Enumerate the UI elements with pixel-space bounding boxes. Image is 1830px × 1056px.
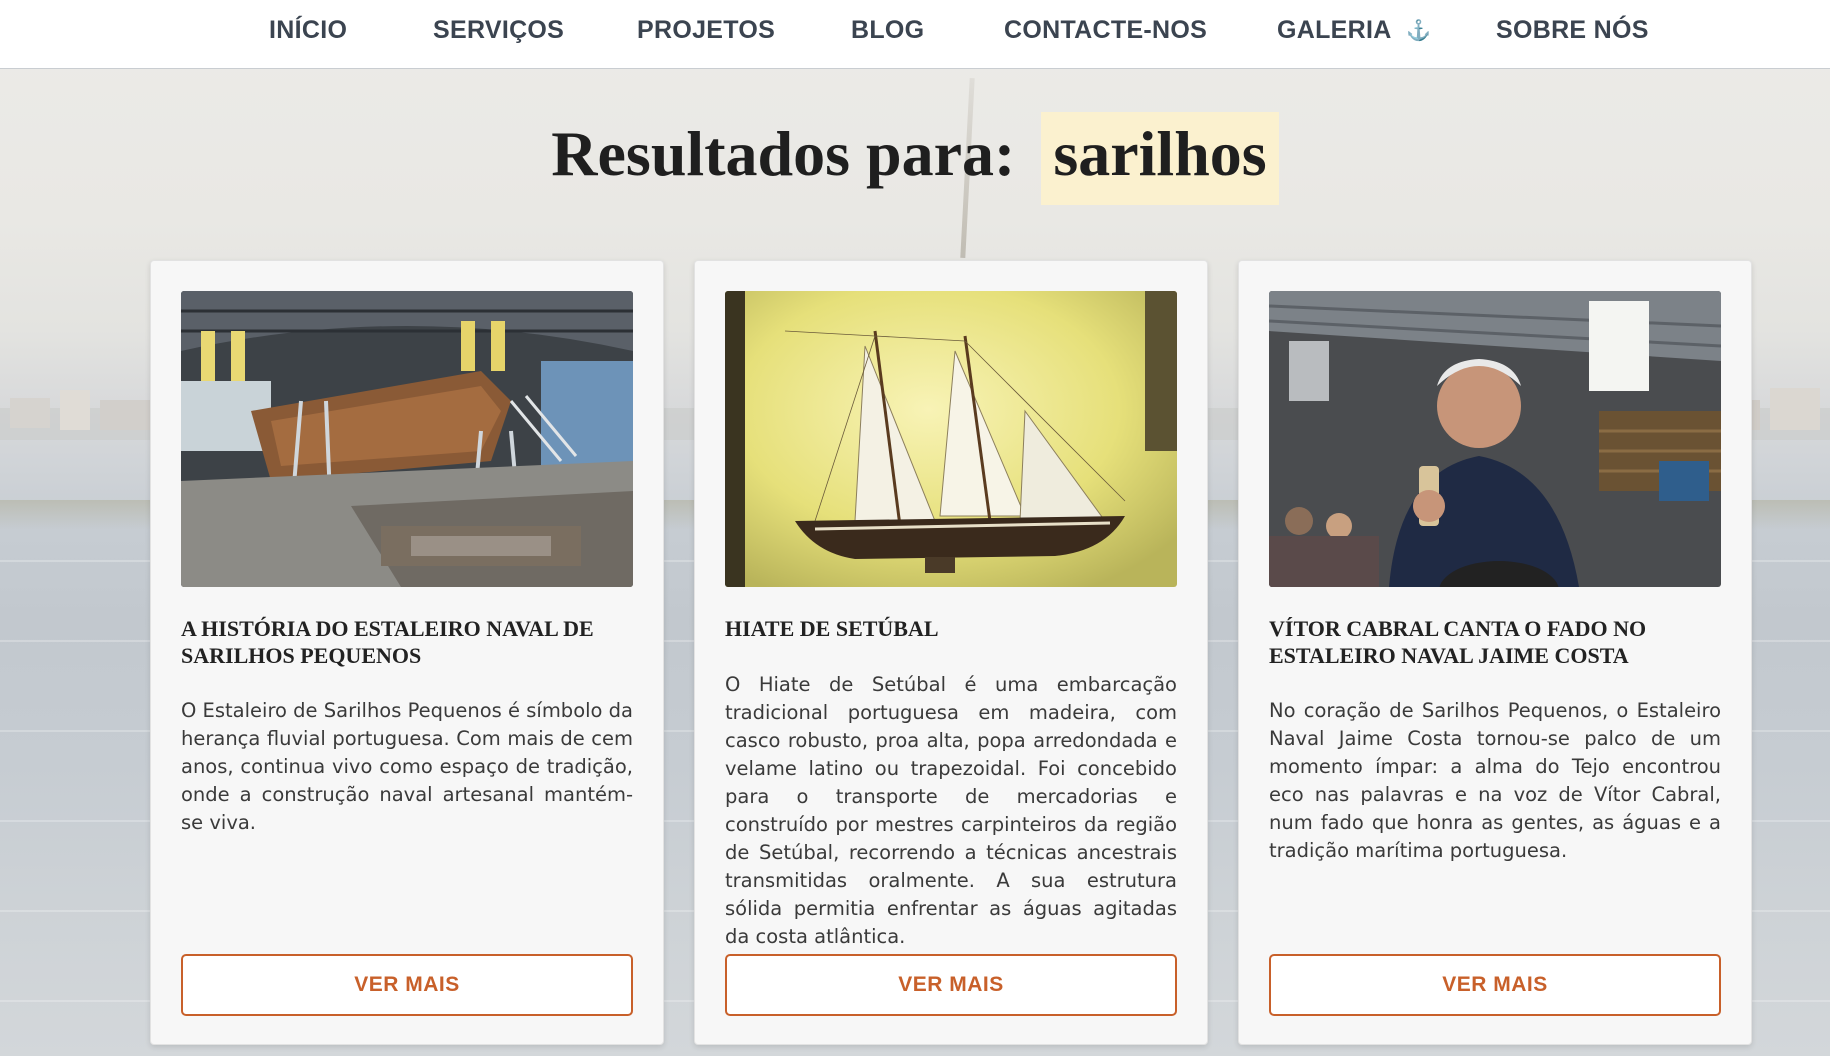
ver-mais-button[interactable]: VER MAIS bbox=[181, 954, 633, 1016]
main-nav: INÍCIO SERVIÇOS PROJETOS BLOG CONTACTE-N… bbox=[0, 0, 1830, 69]
boatyard-shed-photo[interactable] bbox=[181, 291, 633, 587]
nav-item-label: CONTACTE-NOS bbox=[1004, 16, 1208, 44]
result-title[interactable]: A HISTÓRIA DO ESTALEIRO NAVAL DE SARILHO… bbox=[181, 615, 633, 669]
nav-item-label: PROJETOS bbox=[637, 16, 776, 44]
nav-item-contacte-nos[interactable]: CONTACTE-NOS bbox=[1004, 16, 1207, 45]
model-ship-photo[interactable] bbox=[725, 291, 1177, 587]
result-title[interactable]: HIATE DE SETÚBAL bbox=[725, 615, 1177, 642]
result-excerpt: O Hiate de Setúbal é uma embarcação trad… bbox=[725, 673, 1177, 948]
nav-item-label: SOBRE NÓS bbox=[1496, 16, 1649, 44]
heading-prefix: Resultados para: bbox=[551, 118, 1016, 189]
nav-menu: INÍCIO SERVIÇOS PROJETOS BLOG CONTACTE-N… bbox=[0, 0, 1830, 68]
result-card: A HISTÓRIA DO ESTALEIRO NAVAL DE SARILHO… bbox=[150, 260, 664, 1045]
nav-item-blog[interactable]: BLOG bbox=[851, 16, 924, 45]
result-excerpt: No coração de Sarilhos Pequenos, o Estal… bbox=[1269, 699, 1721, 862]
nav-item-galeria[interactable]: GALERIA ⚓ bbox=[1277, 16, 1431, 45]
nav-item-label: GALERIA bbox=[1277, 16, 1391, 44]
search-results-heading: Resultados para: sarilhos bbox=[0, 112, 1830, 205]
ver-mais-button[interactable]: VER MAIS bbox=[1269, 954, 1721, 1016]
search-query-highlight: sarilhos bbox=[1041, 112, 1279, 205]
nav-item-label: INÍCIO bbox=[269, 16, 348, 44]
ver-mais-button[interactable]: VER MAIS bbox=[725, 954, 1177, 1016]
result-card: VÍTOR CABRAL CANTA O FADO NO ESTALEIRO N… bbox=[1238, 260, 1752, 1045]
nav-item-label: BLOG bbox=[851, 16, 925, 44]
result-title[interactable]: VÍTOR CABRAL CANTA O FADO NO ESTALEIRO N… bbox=[1269, 615, 1721, 669]
nav-item-servicos[interactable]: SERVIÇOS bbox=[433, 16, 564, 45]
result-card: HIATE DE SETÚBAL O Hiate de Setúbal é um… bbox=[694, 260, 1208, 1045]
nav-item-sobre-nos[interactable]: SOBRE NÓS bbox=[1496, 16, 1649, 45]
nav-item-label: SERVIÇOS bbox=[433, 16, 565, 44]
result-excerpt: O Estaleiro de Sarilhos Pequenos é símbo… bbox=[181, 699, 633, 834]
anchor-icon: ⚓ bbox=[1405, 20, 1432, 42]
fado-singer-photo[interactable] bbox=[1269, 291, 1721, 587]
nav-item-projetos[interactable]: PROJETOS bbox=[637, 16, 775, 45]
nav-item-inicio[interactable]: INÍCIO bbox=[269, 16, 347, 45]
